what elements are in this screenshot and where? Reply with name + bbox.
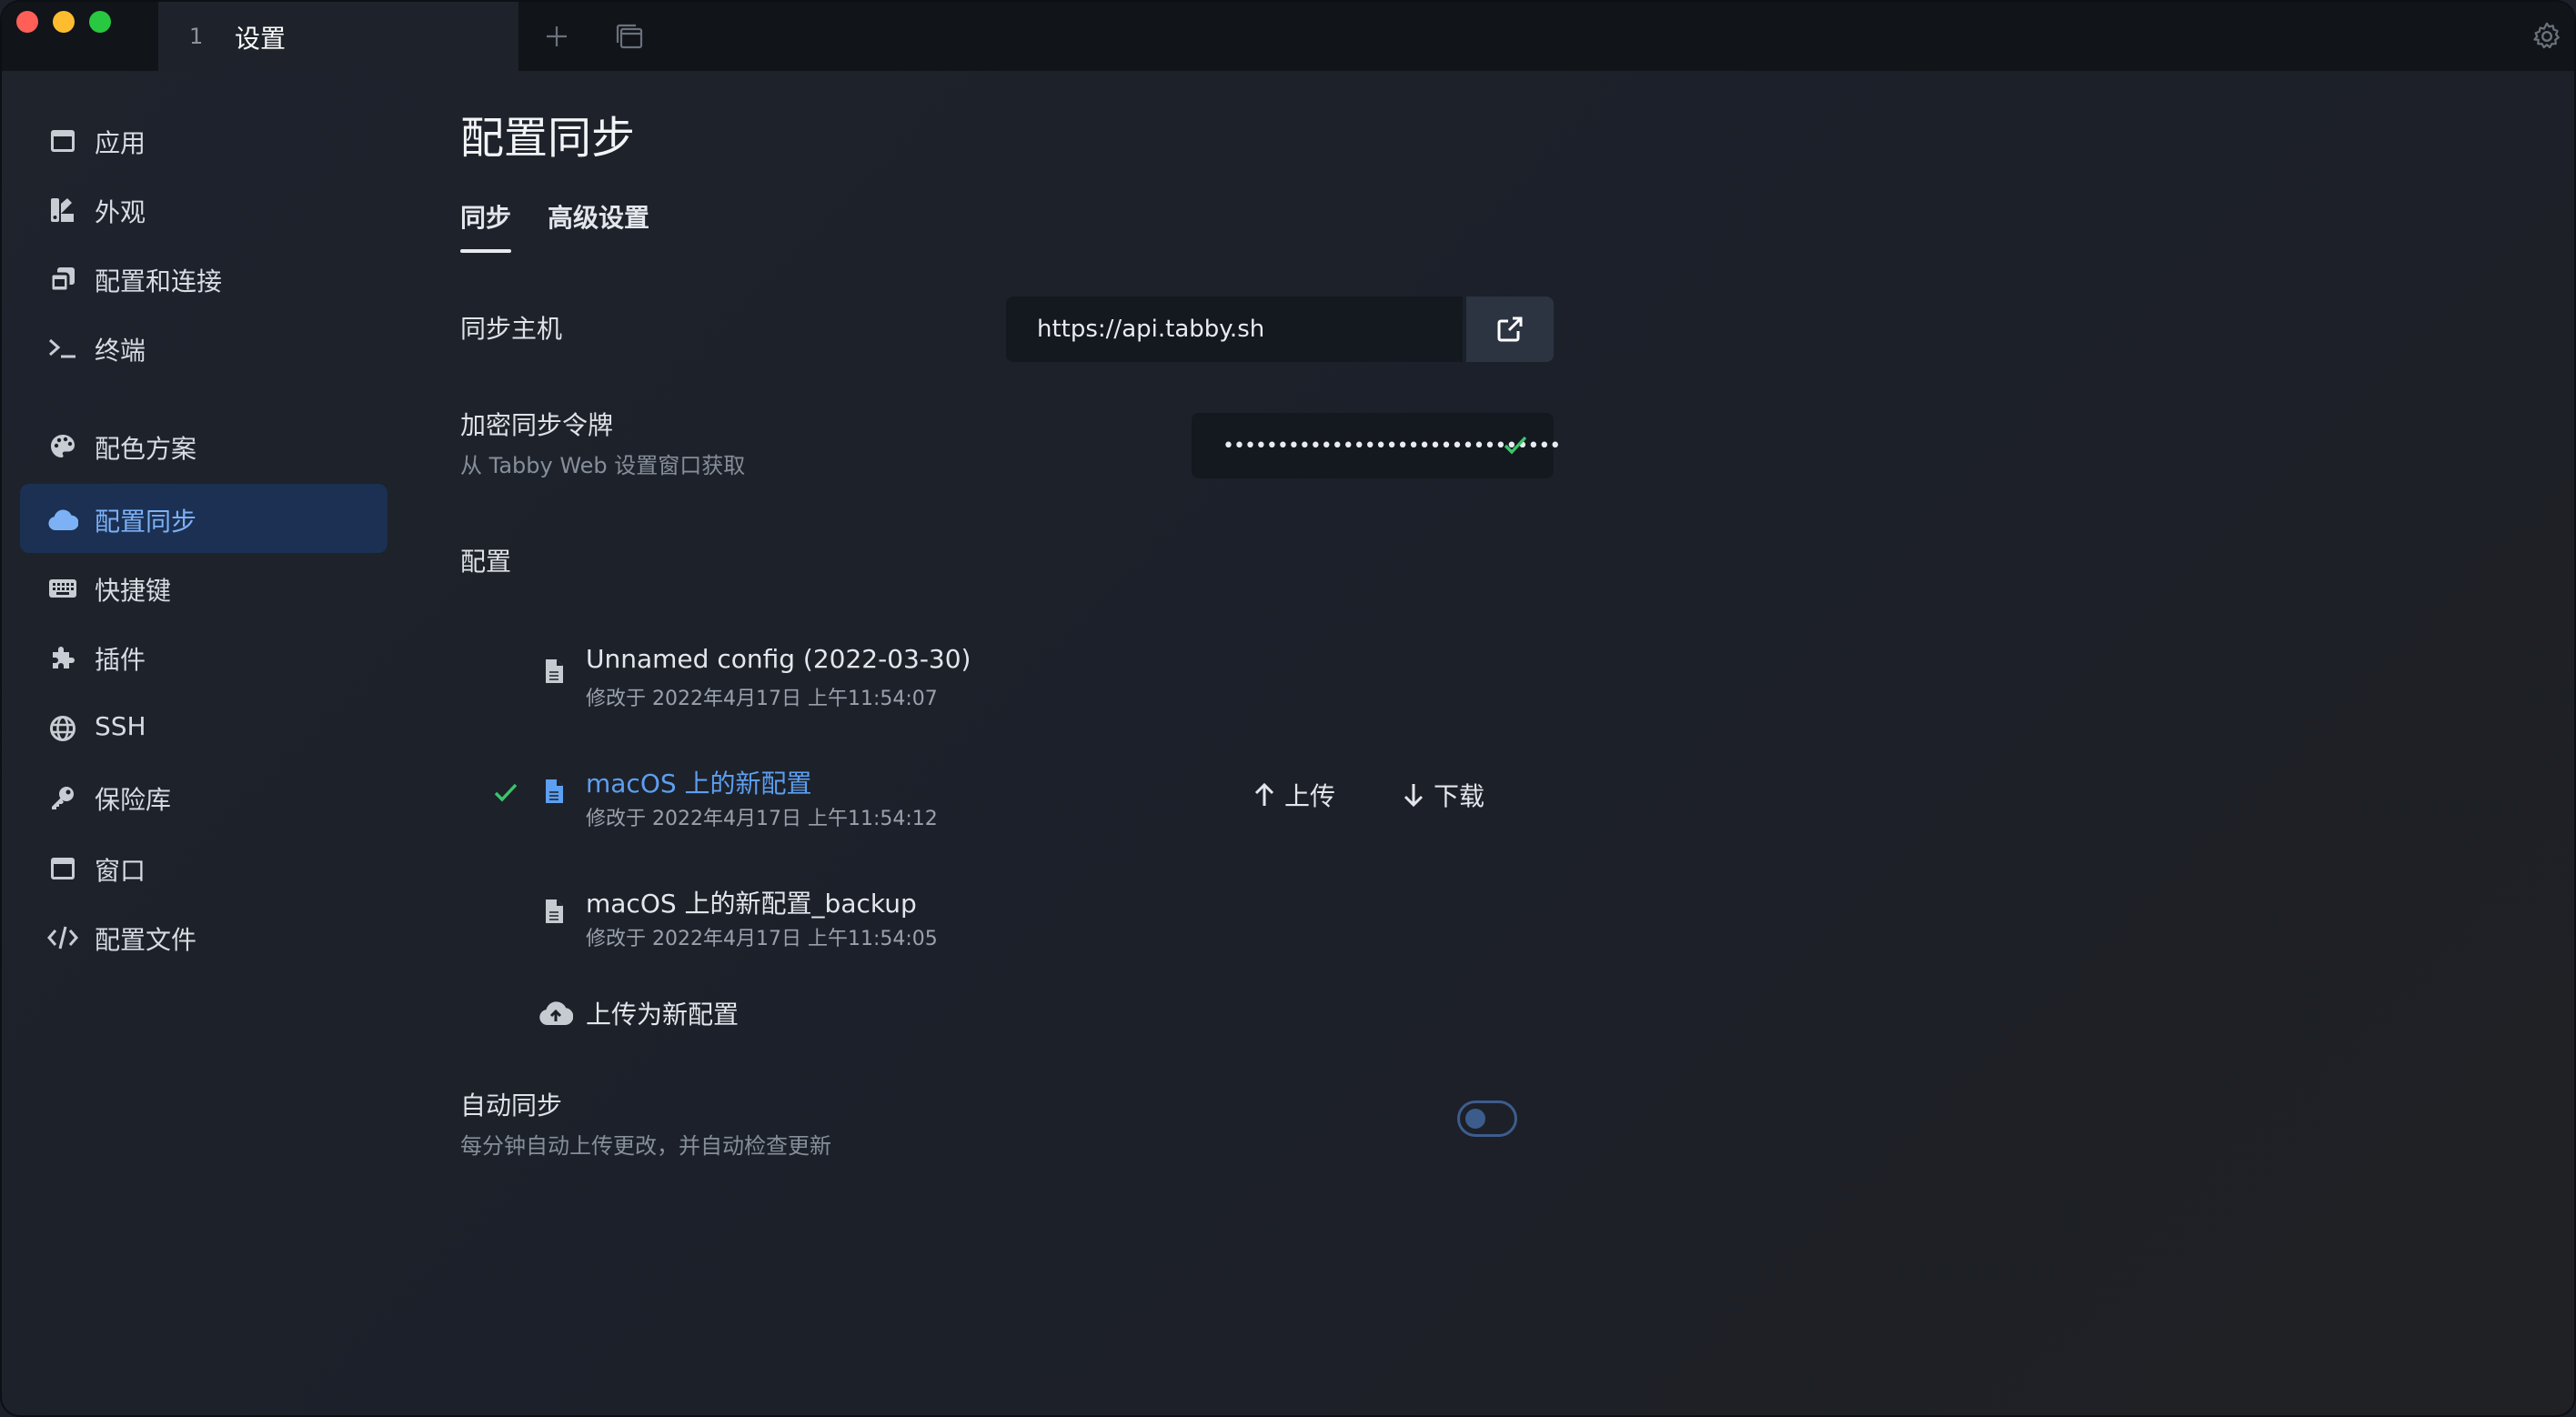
sidebar-item-config-file[interactable]: 配置文件 — [20, 902, 387, 971]
cloud-upload-icon — [538, 998, 575, 1029]
sidebar-item-label: 配置文件 — [95, 925, 197, 955]
file-icon — [544, 658, 564, 688]
sidebar-item-color-scheme[interactable]: 配色方案 — [20, 411, 387, 480]
tab-advanced[interactable]: 高级设置 — [548, 198, 649, 235]
sync-host-input[interactable]: https://api.tabby.sh — [1006, 296, 1463, 362]
auto-sync-toggle[interactable] — [1457, 1100, 1517, 1137]
settings-sidebar: 应用 外观 配置和连接 终端 配色方案 配置同步 快捷键 插件 SSH 保险库 … — [2, 71, 402, 1415]
config-name: Unnamed config (2022-03-30) — [586, 644, 971, 674]
open-sync-host-button[interactable] — [1466, 296, 1554, 362]
keyboard-icon — [47, 573, 78, 604]
upload-button[interactable]: 上传 — [1253, 777, 1335, 813]
new-tab-button[interactable] — [538, 18, 575, 55]
config-date: 修改于 2022年4月17日 上午11:54:05 — [586, 928, 938, 950]
app-window: 1 设置 应用 外观 配置和连接 终端 配色方案 配置同步 快捷键 插件 SSH… — [0, 0, 2576, 1417]
sidebar-item-label: 插件 — [95, 645, 146, 675]
windows-button[interactable] — [611, 18, 648, 55]
zoom-window-button[interactable] — [89, 11, 111, 33]
profiles-icon — [47, 264, 78, 295]
upload-as-new-config-button[interactable]: 上传为新配置 — [538, 993, 739, 1033]
sidebar-item-ssh[interactable]: SSH — [20, 693, 387, 762]
sidebar-item-hotkeys[interactable]: 快捷键 — [20, 553, 387, 622]
title-bar: 1 设置 — [2, 2, 2574, 71]
sidebar-item-window[interactable]: 窗口 — [20, 833, 387, 902]
configs-label: 配置 — [460, 547, 512, 577]
paint-icon — [47, 195, 78, 226]
config-item[interactable]: macOS 上的新配置_backup 修改于 2022年4月17日 上午11:5… — [460, 875, 1552, 966]
tab-settings[interactable]: 1 设置 — [158, 2, 518, 71]
sidebar-item-vault[interactable]: 保险库 — [20, 762, 387, 831]
config-date: 修改于 2022年4月17日 上午11:54:12 — [586, 808, 938, 830]
sidebar-item-label: 快捷键 — [95, 576, 172, 606]
check-icon — [1503, 433, 1528, 462]
sync-host-label: 同步主机 — [460, 314, 563, 344]
token-label: 加密同步令牌 — [460, 410, 614, 440]
token-input[interactable]: ••••••••••••••••••••••••••••••• — [1192, 413, 1561, 478]
sidebar-item-terminal[interactable]: 终端 — [20, 313, 387, 382]
download-label: 下载 — [1434, 781, 1485, 811]
sidebar-item-label: 配置同步 — [95, 507, 197, 537]
sidebar-item-label: 应用 — [95, 128, 146, 158]
sidebar-item-label: 外观 — [95, 197, 146, 227]
sidebar-item-label: 配色方案 — [95, 434, 197, 464]
external-link-icon — [1497, 317, 1523, 342]
config-name: macOS 上的新配置 — [586, 769, 812, 799]
file-icon — [544, 779, 564, 808]
minimize-window-button[interactable] — [53, 11, 75, 33]
token-hint: 从 Tabby Web 设置窗口获取 — [460, 453, 746, 478]
page-title: 配置同步 — [460, 113, 636, 164]
arrow-down-icon — [1404, 784, 1424, 808]
puzzle-icon — [47, 642, 78, 673]
code-icon — [47, 922, 78, 953]
sidebar-item-appearance[interactable]: 外观 — [20, 175, 387, 244]
gear-icon — [2533, 22, 2560, 49]
window-icon — [47, 126, 78, 156]
sidebar-item-config-sync[interactable]: 配置同步 — [20, 484, 387, 553]
key-icon — [47, 782, 78, 813]
sidebar-item-label: SSH — [95, 711, 146, 741]
auto-sync-hint: 每分钟自动上传更改，并自动检查更新 — [460, 1133, 831, 1159]
sidebar-item-label: 配置和连接 — [95, 266, 223, 296]
plus-icon — [547, 26, 567, 46]
sidebar-item-label: 终端 — [95, 336, 146, 366]
globe-icon — [47, 713, 78, 744]
terminal-icon — [47, 333, 78, 364]
sidebar-item-label: 窗口 — [95, 856, 146, 886]
sidebar-item-label: 保险库 — [95, 785, 172, 815]
config-item-current[interactable]: macOS 上的新配置 修改于 2022年4月17日 上午11:54:12 上传… — [460, 755, 1552, 846]
download-button[interactable]: 下载 — [1403, 777, 1484, 813]
settings-main: 配置同步 同步 高级设置 同步主机 https://api.tabby.sh 加… — [460, 71, 2574, 1415]
upload-as-new-config-label: 上传为新配置 — [586, 1000, 740, 1030]
file-icon — [544, 899, 564, 928]
cloud-icon — [47, 504, 78, 535]
sidebar-item-plugins[interactable]: 插件 — [20, 622, 387, 691]
windows-icon — [616, 24, 643, 49]
settings-button[interactable] — [2529, 18, 2565, 55]
config-date: 修改于 2022年4月17日 上午11:54:07 — [586, 688, 938, 710]
check-icon — [493, 780, 518, 808]
sidebar-item-application[interactable]: 应用 — [20, 106, 387, 175]
auto-sync-label: 自动同步 — [460, 1090, 563, 1121]
toggle-knob — [1465, 1109, 1485, 1129]
tab-title: 设置 — [235, 24, 287, 54]
close-window-button[interactable] — [16, 11, 38, 33]
sidebar-item-profiles[interactable]: 配置和连接 — [20, 244, 387, 313]
config-item[interactable]: Unnamed config (2022-03-30) 修改于 2022年4月1… — [460, 635, 1552, 726]
window-icon — [47, 853, 78, 884]
upload-label: 上传 — [1284, 781, 1336, 811]
arrow-up-icon — [1254, 782, 1274, 806]
tab-sync[interactable]: 同步 — [460, 198, 512, 253]
config-name: macOS 上的新配置_backup — [586, 889, 917, 919]
tab-index: 1 — [189, 24, 204, 49]
palette-icon — [47, 431, 78, 462]
